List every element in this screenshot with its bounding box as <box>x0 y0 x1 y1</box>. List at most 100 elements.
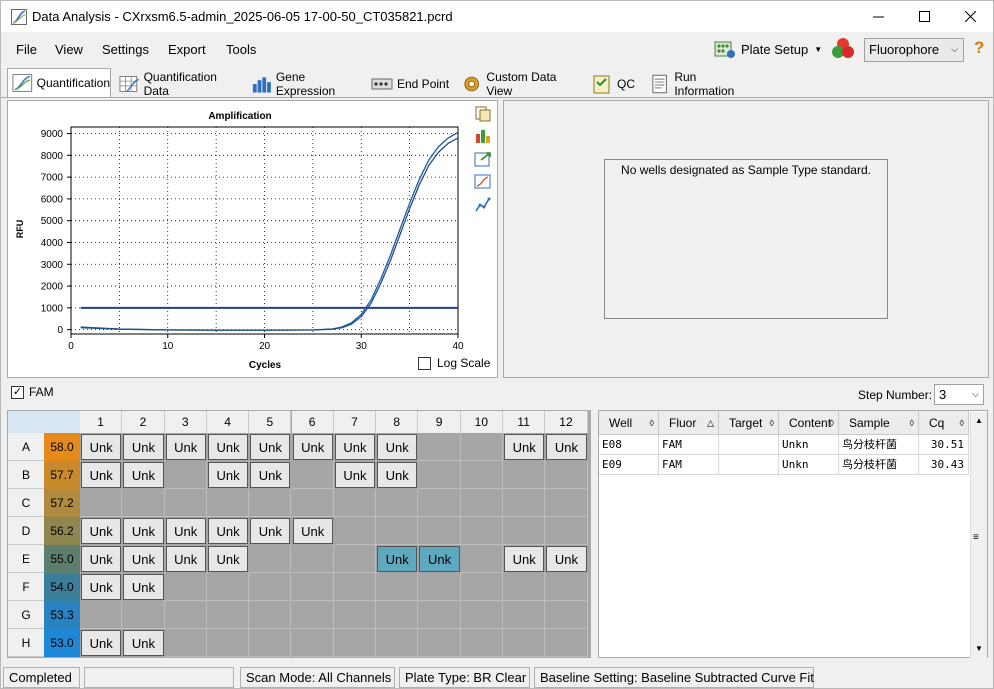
table-cell[interactable] <box>719 455 779 475</box>
plate-well[interactable]: Unk <box>123 518 164 544</box>
table-cell[interactable]: 鸟分枝杆菌 <box>839 435 919 455</box>
plate-row-header[interactable]: E <box>8 545 44 573</box>
table-cell[interactable] <box>719 435 779 455</box>
plate-well-empty[interactable] <box>503 461 546 489</box>
plate-well[interactable]: Unk <box>334 434 376 460</box>
plate-well[interactable]: Unk <box>165 434 206 460</box>
plate-well-empty[interactable] <box>291 461 334 489</box>
plate-well[interactable]: Unk <box>123 574 164 600</box>
plate-well-empty[interactable] <box>460 517 503 545</box>
close-button[interactable] <box>947 1 993 32</box>
plate-column-header[interactable]: 4 <box>206 411 250 433</box>
tab-gene-expression[interactable]: Gene Expression <box>247 70 363 98</box>
table-cell[interactable]: Unkn <box>779 435 839 455</box>
plate-well-empty[interactable] <box>545 461 588 489</box>
scroll-up-icon[interactable]: ▲ <box>975 416 983 425</box>
plate-well-empty[interactable] <box>460 573 503 601</box>
menu-file[interactable]: File <box>16 42 37 57</box>
table-cell[interactable]: 30.43 <box>919 455 969 475</box>
minimize-button[interactable] <box>855 1 901 32</box>
plate-well[interactable]: Unk <box>504 546 545 572</box>
plate-well-empty[interactable] <box>503 573 546 601</box>
tab-end-point[interactable]: End Point <box>367 70 451 97</box>
menu-settings[interactable]: Settings <box>102 42 149 57</box>
plate-well-empty[interactable] <box>333 629 377 657</box>
well-data-table[interactable]: ▲ ≡ ▼ Well ◊ Fluor △ Target ◊ Content ◊ Sample ◊ C… <box>598 410 988 658</box>
plate-well-empty[interactable] <box>122 489 165 517</box>
plate-row-header[interactable]: F <box>8 573 44 601</box>
plate-well-empty[interactable] <box>291 629 334 657</box>
plate-well[interactable]: Unk <box>207 462 249 488</box>
plate-well-empty[interactable] <box>249 629 292 657</box>
table-header-cq[interactable]: Cq ◊ <box>919 411 969 435</box>
plate-column-header[interactable]: 12 <box>545 411 588 433</box>
plate-well-empty[interactable] <box>291 545 334 573</box>
plate-well-empty[interactable] <box>164 629 207 657</box>
table-header-fluor[interactable]: Fluor △ <box>659 411 719 435</box>
plate-well[interactable]: Unk <box>292 434 333 460</box>
plate-row-header[interactable]: D <box>8 517 44 545</box>
plate-well-empty[interactable] <box>418 461 461 489</box>
plate-well-empty[interactable] <box>249 601 292 629</box>
plate-well[interactable]: Unk <box>165 546 206 572</box>
table-cell[interactable]: Unkn <box>779 455 839 475</box>
plate-well-empty[interactable] <box>545 489 588 517</box>
table-cell[interactable]: E08 <box>599 435 659 455</box>
plate-row-header[interactable]: C <box>8 489 44 517</box>
plate-well-empty[interactable] <box>418 433 461 461</box>
plate-row-header[interactable]: A <box>8 433 44 461</box>
plate-well[interactable]: Unk <box>207 546 249 572</box>
plate-well[interactable]: Unk <box>123 462 164 488</box>
plate-well[interactable]: Unk <box>81 630 122 656</box>
help-icon[interactable]: ? <box>974 38 984 58</box>
plate-view[interactable]: 1 2 3 4 5 6 7 8 9 10 11 12 A 58.0 Unk Unk Unk Unk Unk Unk Un… <box>7 410 591 658</box>
plate-well[interactable]: Unk <box>81 546 122 572</box>
tab-quantification-data[interactable]: Quantification Data <box>115 70 239 98</box>
table-header-sample[interactable]: Sample ◊ <box>839 411 919 435</box>
plate-well[interactable]: Unk <box>207 518 249 544</box>
plate-setup-button[interactable]: Plate Setup ▼ <box>713 38 822 60</box>
plate-well-empty[interactable] <box>249 489 292 517</box>
plate-well-empty[interactable] <box>460 629 503 657</box>
plate-column-header[interactable]: 9 <box>418 411 461 433</box>
plate-well-empty[interactable] <box>164 489 207 517</box>
plate-well-empty[interactable] <box>418 573 461 601</box>
export-graph-icon[interactable] <box>474 150 492 168</box>
plate-well[interactable]: Unk <box>546 434 587 460</box>
menu-export[interactable]: Export <box>168 42 206 57</box>
plate-well[interactable]: Unk <box>123 630 164 656</box>
fluorophore-select[interactable]: Fluorophore ⌵ <box>864 38 964 62</box>
plate-well[interactable]: Unk <box>377 462 418 488</box>
table-cell[interactable]: FAM <box>659 455 719 475</box>
plate-row-header[interactable]: B <box>8 461 44 489</box>
plate-well-empty[interactable] <box>503 629 546 657</box>
plate-well-empty[interactable] <box>545 517 588 545</box>
fluorophore-color-icon[interactable] <box>830 37 856 61</box>
plate-well-empty[interactable] <box>164 461 207 489</box>
plate-corner[interactable] <box>8 411 80 433</box>
plate-well[interactable]: Unk <box>377 546 418 572</box>
plate-well-empty[interactable] <box>333 489 377 517</box>
chart-options-icon[interactable] <box>474 127 492 145</box>
curve-fit-icon[interactable] <box>474 196 492 214</box>
plate-well-empty[interactable] <box>418 517 461 545</box>
plate-well-empty[interactable] <box>80 601 123 629</box>
plate-well[interactable]: Unk <box>81 462 122 488</box>
plate-well-empty[interactable] <box>206 601 250 629</box>
step-number-select[interactable]: 3 ⌵ <box>934 384 984 405</box>
scroll-thumb-grip-icon[interactable]: ≡ <box>973 532 979 543</box>
plate-well-empty[interactable] <box>164 601 207 629</box>
amplification-chart[interactable]: Amplification RFU Cycles 0 10 20 30 40 0 1000 2… <box>8 101 497 377</box>
plate-well-empty[interactable] <box>418 629 461 657</box>
plate-well-empty[interactable] <box>418 601 461 629</box>
maximize-button[interactable] <box>901 1 947 32</box>
plate-well-empty[interactable] <box>503 489 546 517</box>
menu-view[interactable]: View <box>55 42 83 57</box>
plate-well[interactable]: Unk <box>81 574 122 600</box>
plate-well-empty[interactable] <box>333 517 377 545</box>
plate-well-empty[interactable] <box>249 545 292 573</box>
plate-well-empty[interactable] <box>333 573 377 601</box>
plate-well-empty[interactable] <box>376 629 419 657</box>
plate-well-empty[interactable] <box>503 517 546 545</box>
plate-well-empty[interactable] <box>545 601 588 629</box>
